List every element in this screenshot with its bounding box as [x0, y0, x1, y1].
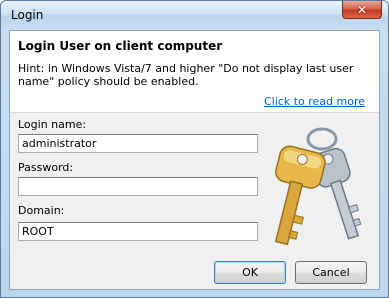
cancel-button[interactable]: Cancel — [295, 261, 367, 284]
domain-input[interactable] — [18, 222, 258, 241]
title-bar[interactable]: Login ✕ — [1, 1, 388, 29]
close-button[interactable]: ✕ — [342, 1, 382, 19]
login-name-input[interactable] — [18, 134, 258, 153]
domain-label: Domain: — [18, 204, 65, 217]
window-title: Login — [11, 8, 44, 22]
header-title: Login User on client computer — [18, 39, 223, 53]
close-icon: ✕ — [356, 2, 368, 17]
password-label: Password: — [18, 161, 74, 174]
dialog-body: Login User on client computer Hint: in W… — [9, 30, 380, 290]
keys-icon — [274, 127, 362, 246]
read-more-link[interactable]: Click to read more — [264, 95, 365, 108]
login-dialog: Login ✕ Login User on client computer Hi… — [0, 0, 389, 298]
login-name-label: Login name: — [18, 118, 87, 131]
hint-text: Hint: in Windows Vista/7 and higher "Do … — [18, 62, 354, 88]
header-panel: Login User on client computer Hint: in W… — [10, 31, 379, 113]
password-input[interactable] — [18, 177, 258, 196]
ok-button[interactable]: OK — [214, 261, 286, 284]
